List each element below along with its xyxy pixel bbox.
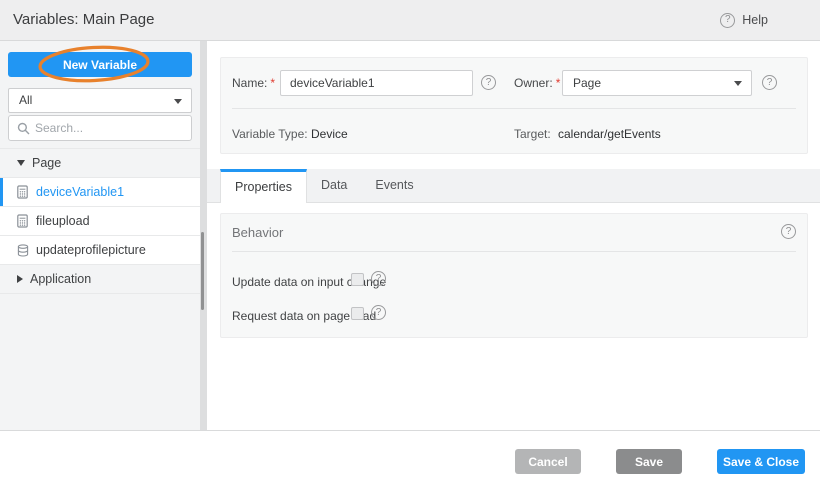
behavior-section: Behavior ? Update data on input change ?…	[220, 213, 808, 338]
help-label: Help	[742, 13, 768, 27]
name-input[interactable]	[280, 70, 473, 96]
tree-item-fileupload[interactable]: fileupload	[0, 207, 200, 236]
search-icon	[17, 122, 31, 136]
service-variable-icon	[17, 243, 29, 257]
update-data-help-icon[interactable]: ?	[371, 271, 386, 286]
variables-sidebar: New Variable All Page	[0, 41, 200, 430]
tab-properties[interactable]: Properties	[220, 169, 307, 203]
required-asterisk: *	[556, 76, 561, 90]
variables-tree: Page deviceVariable1	[0, 148, 200, 294]
chevron-down-icon	[734, 81, 742, 86]
tree-group-page[interactable]: Page	[0, 149, 200, 178]
expand-arrow-icon	[17, 275, 23, 283]
variable-filter-select[interactable]: All	[8, 88, 192, 113]
owner-value: Page	[573, 71, 601, 95]
new-variable-button[interactable]: New Variable	[8, 52, 192, 77]
device-variable-icon	[17, 185, 29, 199]
variable-type-value: Device	[311, 121, 348, 147]
save-button[interactable]: Save	[616, 449, 682, 474]
target-label: Target:	[514, 121, 551, 147]
tab-data[interactable]: Data	[307, 169, 361, 202]
collapse-arrow-icon	[17, 160, 25, 166]
behavior-section-title: Behavior	[232, 225, 283, 240]
owner-label: Owner:*	[514, 70, 560, 96]
save-and-close-button[interactable]: Save & Close	[717, 449, 805, 474]
dialog-footer: Cancel Save Save & Close	[0, 430, 820, 486]
search-input[interactable]	[35, 116, 185, 140]
detail-tabs: Properties Data Events	[207, 169, 820, 203]
variables-dialog: Variables: Main Page ? Help New Variable…	[0, 0, 820, 486]
page-title: Variables: Main Page	[13, 0, 154, 40]
owner-help-icon[interactable]: ?	[762, 75, 777, 90]
variable-type-label: Variable Type:	[232, 121, 308, 147]
help-icon: ?	[720, 13, 735, 28]
variable-detail-panel: Name:* ? Owner:* Page ? Variable Type: D…	[207, 41, 820, 430]
cancel-button[interactable]: Cancel	[515, 449, 581, 474]
tree-group-application[interactable]: Application	[0, 265, 200, 294]
update-data-checkbox[interactable]	[351, 273, 364, 286]
target-value: calendar/getEvents	[558, 121, 661, 147]
help-button[interactable]: ? Help	[720, 0, 768, 40]
name-label: Name:*	[232, 70, 275, 96]
name-help-icon[interactable]: ?	[481, 75, 496, 90]
request-data-checkbox[interactable]	[351, 307, 364, 320]
request-data-help-icon[interactable]: ?	[371, 305, 386, 320]
behavior-help-icon[interactable]: ?	[781, 224, 796, 239]
sidebar-scrollbar-thumb[interactable]	[201, 232, 204, 310]
device-variable-icon	[17, 214, 29, 228]
required-asterisk: *	[270, 76, 275, 90]
section-divider	[232, 251, 796, 252]
variable-summary-panel: Name:* ? Owner:* Page ? Variable Type: D…	[220, 57, 808, 154]
tab-events[interactable]: Events	[361, 169, 427, 202]
tree-item-devicevariable1[interactable]: deviceVariable1	[0, 178, 200, 207]
variable-filter-value: All	[19, 89, 32, 112]
chevron-down-icon	[174, 99, 182, 104]
search-box	[8, 115, 192, 141]
owner-select[interactable]: Page	[562, 70, 752, 96]
tree-item-updateprofilepicture[interactable]: updateprofilepicture	[0, 236, 200, 265]
dialog-header: Variables: Main Page ? Help	[0, 0, 820, 41]
panel-divider	[232, 108, 796, 109]
